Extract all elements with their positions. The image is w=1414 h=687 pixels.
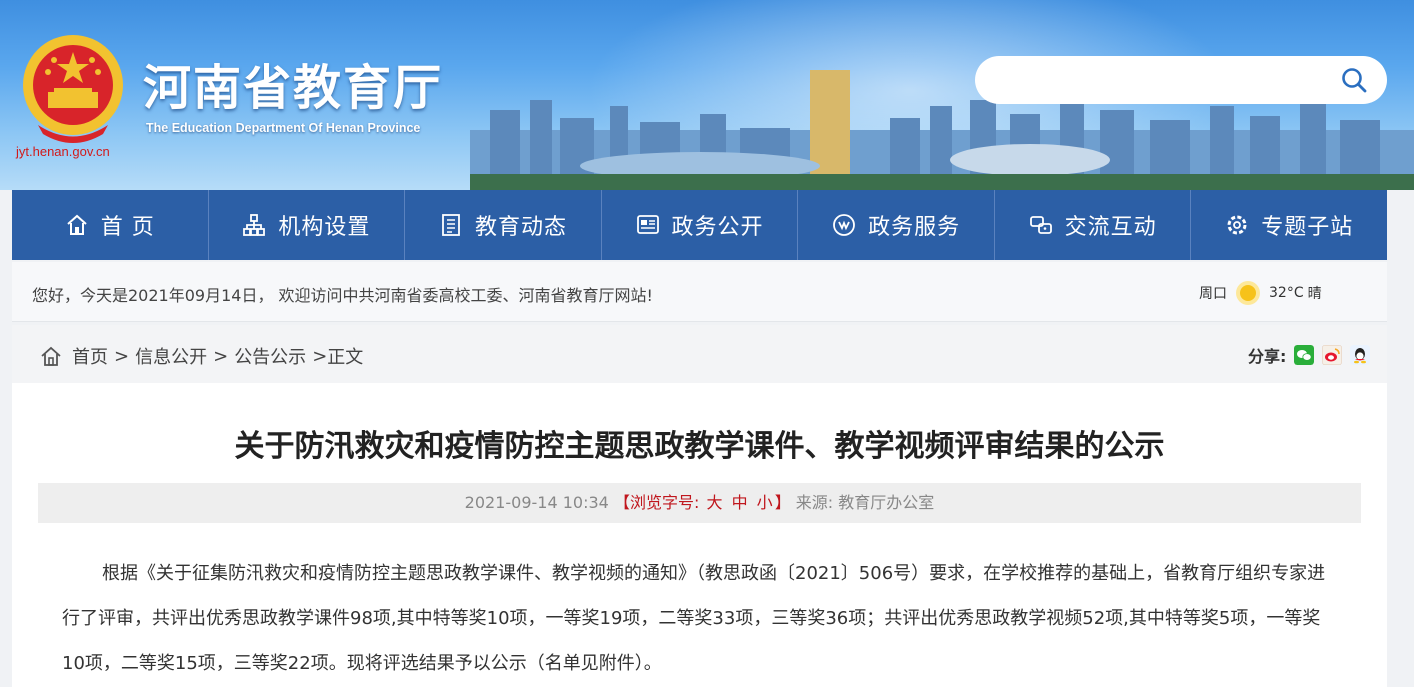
source-label: 来源: <box>795 493 834 512</box>
topic-gear-icon <box>1227 215 1247 235</box>
national-emblem-icon <box>23 35 123 143</box>
nav-item-organization[interactable]: 机构设置 <box>209 190 406 260</box>
nav-label: 机构设置 <box>278 215 371 240</box>
qq-icon[interactable] <box>1350 345 1371 365</box>
font-size-label: 【浏览字号: <box>613 493 700 512</box>
org-chart-icon <box>243 214 266 236</box>
weather-temp: 32°C <box>1269 285 1304 301</box>
breadcrumb: 首页 > 信息公开 > 公告公示 > 正文 <box>40 343 363 369</box>
nav-label: 政务服务 <box>868 215 961 240</box>
font-size-close: 】 <box>774 493 791 512</box>
nav-label: 教育动态 <box>474 215 567 240</box>
breadcrumb-link-home[interactable]: 首页 <box>72 343 108 369</box>
nav-item-government-affairs[interactable]: 政务公开 <box>602 190 799 260</box>
nav-item-interaction[interactable]: 交流互动 <box>995 190 1192 260</box>
font-size-large[interactable]: 大 <box>706 493 722 512</box>
weather-city: 周口 <box>1199 286 1227 302</box>
weibo-icon[interactable] <box>1322 345 1343 365</box>
breadcrumb-separator: > <box>114 345 130 367</box>
nav-label: 专题子站 <box>1261 215 1354 240</box>
service-icon <box>833 214 855 236</box>
nav-label: 政务公开 <box>671 215 764 240</box>
greeting-text: 您好，今天是2021年09月14日， 欢迎访问中共河南省委高校工委、河南省教育厅… <box>32 286 653 305</box>
font-size-medium[interactable]: 中 <box>732 493 748 512</box>
sun-icon <box>1236 281 1260 305</box>
nav-label: 首 页 <box>100 215 155 240</box>
breadcrumb-separator: > <box>312 345 328 367</box>
breadcrumb-link-info-disclosure[interactable]: 信息公开 <box>135 343 207 369</box>
article-source: 教育厅办公室 <box>838 493 935 512</box>
breadcrumb-current: 正文 <box>327 347 364 368</box>
weather-condition: 晴 <box>1307 286 1322 302</box>
site-title: 河南省教育厅 <box>143 60 444 116</box>
nav-item-services[interactable]: 政务服务 <box>798 190 995 260</box>
site-header: 河南省教育厅 The Education Department Of Henan… <box>0 0 1414 190</box>
article-meta: 2021-09-14 10:34 【浏览字号: 大 中 小】 来源: 教育厅办公… <box>38 483 1361 523</box>
greeting-bar: 您好，今天是2021年09月14日， 欢迎访问中共河南省委高校工委、河南省教育厅… <box>12 262 1387 322</box>
main-nav: 首 页 机构设置 教育动态 政务公开 政务服务 交流互动 专题子站 <box>12 190 1387 260</box>
breadcrumb-separator: > <box>213 345 229 367</box>
search-input[interactable] <box>995 66 1335 94</box>
wechat-icon[interactable] <box>1294 345 1315 365</box>
breadcrumb-bar: 首页 > 信息公开 > 公告公示 > 正文 分享: <box>12 325 1387 383</box>
search-box[interactable] <box>975 56 1387 104</box>
nav-item-news[interactable]: 教育动态 <box>405 190 602 260</box>
breadcrumb-link-announcements[interactable]: 公告公示 <box>234 343 306 369</box>
nav-item-topics[interactable]: 专题子站 <box>1191 190 1387 260</box>
article-title: 关于防汛救灾和疫情防控主题思政教学课件、教学视频评审结果的公示 <box>234 429 1165 464</box>
home-icon <box>41 346 61 366</box>
site-domain: jyt.henan.gov.cn <box>16 144 110 159</box>
bulletin-board-icon <box>636 215 659 234</box>
nav-label: 交流互动 <box>1064 215 1157 240</box>
font-size-small[interactable]: 小 <box>757 493 773 512</box>
home-icon <box>67 214 87 235</box>
search-icon[interactable] <box>1340 66 1368 94</box>
site-subtitle: The Education Department Of Henan Provin… <box>146 121 421 135</box>
article-container: 关于防汛救灾和疫情防控主题思政教学课件、教学视频评审结果的公示 2021-09-… <box>12 383 1387 687</box>
interaction-icon <box>1029 216 1052 234</box>
weather-widget: 周口 32°C 晴 <box>1199 280 1322 306</box>
article-body: 根据《关于征集防汛救灾和疫情防控主题思政教学课件、教学视频的通知》（教思政函〔2… <box>62 563 1326 674</box>
share-label: 分享: <box>1248 347 1287 366</box>
share-bar: 分享: <box>1248 343 1371 367</box>
article-date: 2021-09-14 10:34 <box>464 493 609 512</box>
font-size-control: 【浏览字号: 大 中 小】 <box>614 493 796 512</box>
nav-item-home[interactable]: 首 页 <box>12 190 209 260</box>
news-list-icon <box>442 214 460 236</box>
